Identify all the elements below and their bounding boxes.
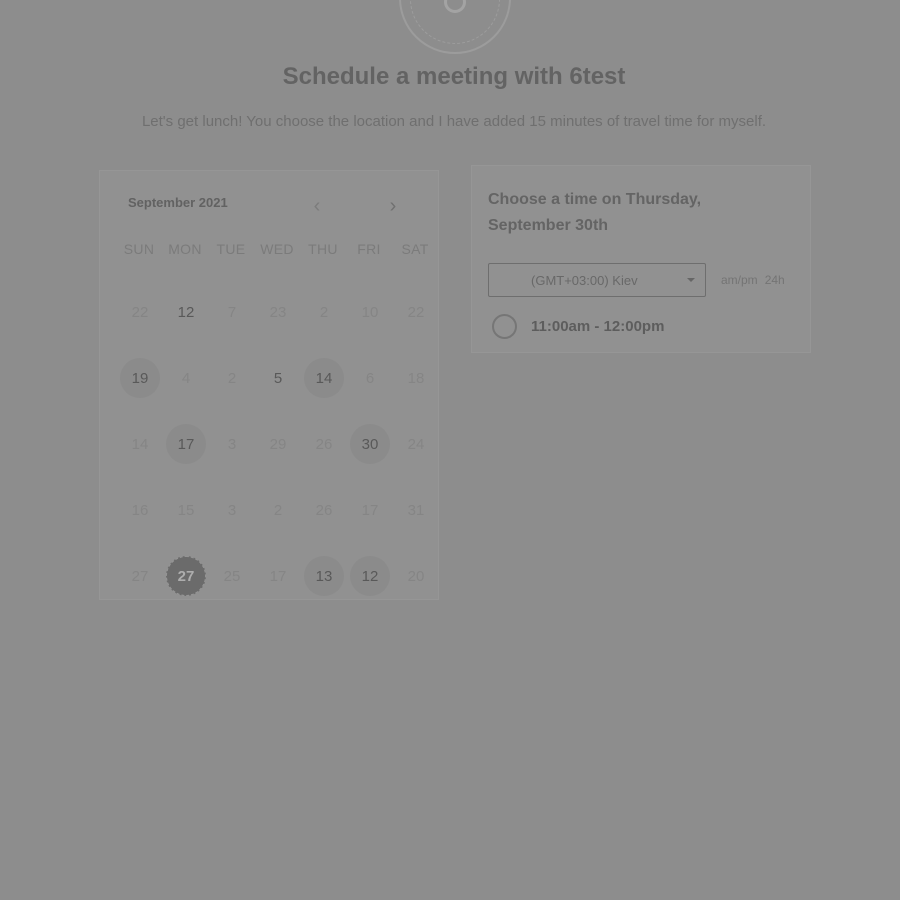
radio-icon[interactable]: [492, 314, 517, 339]
calendar-day-number: 22: [407, 303, 425, 321]
page-title: Schedule a meeting with 6test: [282, 63, 626, 90]
calendar-day: 10: [347, 279, 393, 345]
calendar-day: 15: [163, 477, 209, 543]
calendar-day-number: 7: [227, 303, 237, 321]
avatar-ring: [410, 0, 500, 44]
calendar-day-number: 13: [304, 556, 344, 596]
calendar-day: 2: [255, 477, 301, 543]
calendar-day-number: 19: [120, 358, 160, 398]
host-avatar: [399, 0, 511, 54]
calendar-day: 4: [163, 345, 209, 411]
calendar-day: 26: [301, 477, 347, 543]
calendar-day: 17: [255, 543, 301, 609]
calendar-day: 3: [209, 411, 255, 477]
calendar-day: 31: [393, 477, 439, 543]
calendar-day: 22: [393, 279, 439, 345]
calendar-day-number: 17: [166, 424, 206, 464]
calendar-day: 27: [117, 543, 163, 609]
calendar-day-number: 27: [131, 567, 149, 585]
calendar-day: 2: [301, 279, 347, 345]
calendar-day: 25: [209, 543, 255, 609]
calendar-day-number: 2: [227, 369, 237, 387]
calendar-day: 23: [255, 279, 301, 345]
calendar-day-number: 14: [304, 358, 344, 398]
calendar-day-number: 31: [407, 501, 425, 519]
calendar-day: 22: [117, 279, 163, 345]
calendar-day-number: 27: [166, 556, 206, 596]
caret-down-icon: [687, 278, 695, 282]
time-format-toggle: am/pm 24h: [721, 273, 785, 287]
calendar-day[interactable]: 30: [347, 411, 393, 477]
calendar-day[interactable]: 17: [163, 411, 209, 477]
calendar-day-number: 16: [131, 501, 149, 519]
calendar-day-number: 15: [177, 501, 195, 519]
calendar-month-label: September 2021: [128, 195, 228, 210]
timezone-value: (GMT+03:00) Kiev: [531, 272, 638, 288]
chevron-left-icon[interactable]: ‹: [304, 193, 330, 219]
calendar-day: 18: [393, 345, 439, 411]
calendar-day-number: 12: [350, 556, 390, 596]
time-selection-card: Choose a time on Thursday, September 30t…: [471, 165, 811, 353]
calendar-day: 20: [393, 543, 439, 609]
calendar-day-number: 2: [319, 303, 329, 321]
calendar-day-number: 20: [407, 567, 425, 585]
meeting-description: Let's get lunch! You choose the location…: [141, 113, 767, 130]
calendar-day[interactable]: 14: [301, 345, 347, 411]
calendar-day-number: 14: [131, 435, 149, 453]
calendar-day: 7: [209, 279, 255, 345]
time-slot-label: 11:00am - 12:00pm: [531, 318, 665, 335]
calendar-day-number: 4: [181, 369, 191, 387]
calendar-day-number: 23: [269, 303, 287, 321]
calendar-day-number: 25: [223, 567, 241, 585]
calendar-day-number: 30: [350, 424, 390, 464]
calendar-day: 26: [301, 411, 347, 477]
weekday-label: THU: [308, 241, 338, 257]
calendar-day: 14: [117, 411, 163, 477]
calendar-day-number: 12: [177, 303, 195, 321]
calendar-day-number: 3: [227, 435, 237, 453]
calendar-day-number: 26: [315, 501, 333, 519]
calendar-day-number: 22: [131, 303, 149, 321]
calendar-day-number: 10: [361, 303, 379, 321]
calendar-day[interactable]: 19: [117, 345, 163, 411]
calendar-day-number: 29: [269, 435, 287, 453]
weekday-header: SUN MON TUE WED THU FRI SAT: [116, 241, 438, 257]
time-heading: Choose a time on Thursday, September 30t…: [488, 191, 702, 234]
calendar-day-number: 6: [365, 369, 375, 387]
weekday-label: TUE: [216, 241, 246, 257]
calendar-day: 5: [255, 345, 301, 411]
timezone-select[interactable]: (GMT+03:00) Kiev: [488, 263, 706, 297]
calendar-day-number: 18: [407, 369, 425, 387]
calendar-day-number: 17: [269, 567, 287, 585]
calendar-day-number: 3: [227, 501, 237, 519]
weekday-label: FRI: [357, 241, 381, 257]
format-24h-option[interactable]: 24h: [765, 273, 785, 287]
calendar-day: 6: [347, 345, 393, 411]
weekday-label: MON: [168, 241, 202, 257]
calendar-day: 29: [255, 411, 301, 477]
weekday-label: WED: [260, 241, 294, 257]
weekday-label: SUN: [123, 241, 155, 257]
format-12h-option[interactable]: am/pm: [721, 273, 758, 287]
calendar-day-number: 17: [361, 501, 379, 519]
calendar-day-selected[interactable]: 27: [163, 543, 209, 609]
weekday-label: SAT: [401, 241, 429, 257]
calendar-day[interactable]: 12: [347, 543, 393, 609]
avatar-icon: [444, 0, 466, 13]
calendar-card: September 2021 ‹ › SUN MON TUE WED THU F…: [99, 170, 439, 600]
calendar-day-number: 26: [315, 435, 333, 453]
calendar-day: 12: [163, 279, 209, 345]
calendar-day-number: 5: [273, 369, 283, 387]
calendar-day[interactable]: 13: [301, 543, 347, 609]
calendar-day: 3: [209, 477, 255, 543]
calendar-day: 2: [209, 345, 255, 411]
calendar-day: 16: [117, 477, 163, 543]
calendar-day-number: 24: [407, 435, 425, 453]
calendar-day-number: 2: [273, 501, 283, 519]
chevron-right-icon[interactable]: ›: [380, 193, 406, 219]
calendar-day: 24: [393, 411, 439, 477]
time-slot[interactable]: 11:00am - 12:00pm: [488, 314, 664, 339]
calendar-day: 17: [347, 477, 393, 543]
calendar-day-grid: 22 12 7 23 2 10 22 19 4 2 5 14 6 18 14 17 3 29 26 30 24 16 15 3…: [117, 279, 439, 609]
